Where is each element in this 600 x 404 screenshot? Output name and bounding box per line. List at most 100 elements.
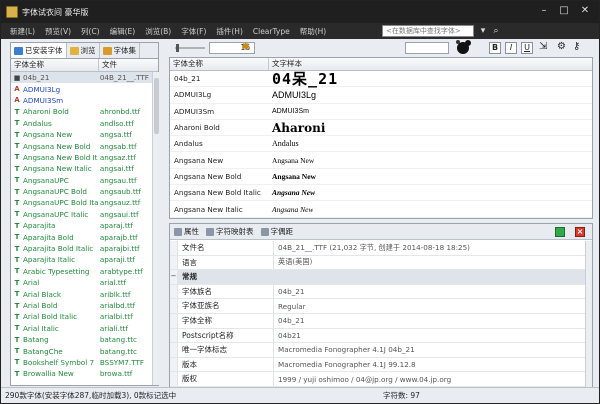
key-icon[interactable]: ⚷ <box>573 41 580 52</box>
column-sample-name[interactable]: 字体全称 <box>170 58 269 70</box>
underline-button[interactable]: U <box>521 42 533 54</box>
sample-row[interactable]: Angsana New Bold Italic Angsana New <box>170 185 592 202</box>
app-icon <box>6 6 18 18</box>
font-list-panel: 已安装字体 浏览 字体集 字体全称 文件 ■ 04b_21 04B_21__.TTF… <box>10 42 159 386</box>
font-list-row[interactable]: T AngsanaUPC angsau.ttf <box>11 175 152 186</box>
font-list-row[interactable]: T Aparajita Bold aparajb.ttf <box>11 231 152 242</box>
property-row[interactable]: 版本 Macromedia Fonographer 4.1J 99.12.8 <box>170 357 592 373</box>
font-list-row[interactable]: T Angsana New Italic angsai.ttf <box>11 163 152 174</box>
font-list-name: AngsanaUPC <box>23 175 69 185</box>
tab-installed-fonts[interactable]: 已安装字体 <box>11 43 67 58</box>
font-list-row[interactable]: T Bookshelf Symbol 7 BSSYM7.TTF <box>11 357 152 368</box>
download-icon[interactable] <box>555 227 565 237</box>
search-go-icon[interactable]: ⌕ <box>490 25 502 37</box>
sample-row[interactable]: 04b_21 04呆_21 <box>170 70 592 88</box>
gear-icon[interactable]: ✸ <box>241 40 250 53</box>
adobe-font-icon: A <box>14 96 20 105</box>
options-icon[interactable]: ⚙ <box>557 41 566 52</box>
font-list: ■ 04b_21 04B_21__.TTF A ADMUI3Lg A ADMUI3Sm T Ah… <box>11 72 152 385</box>
sample-row[interactable]: AngsanaUPCAngsanaUPC <box>170 218 592 219</box>
menu-cleartype[interactable]: ClearType <box>248 27 295 36</box>
column-full-name[interactable]: 字体全称 <box>11 59 99 71</box>
property-row[interactable]: 字体亚族名 Regular <box>170 299 592 314</box>
font-list-row[interactable]: T BatangChe batang.ttc <box>11 345 152 356</box>
font-list-row[interactable]: T Arial Bold arialbd.ttf <box>11 300 152 311</box>
font-list-row[interactable]: T AngsanaUPC Bold angsaub.ttf <box>11 186 152 197</box>
sample-list: 04b_21 04呆_21 ADMUI3Lg ADMUI3Lg ADMUI3Sm ADMU… <box>170 70 592 219</box>
font-list-row[interactable]: T Batang batang.ttc <box>11 334 152 345</box>
maximize-icon[interactable]: □ <box>557 4 571 18</box>
sample-row[interactable]: Angsana New Angsana New <box>170 152 592 169</box>
font-list-row[interactable]: T Aparajita aparaj.ttf <box>11 220 152 231</box>
bold-button[interactable]: B <box>489 42 501 54</box>
font-list-row[interactable]: T Angsana New Bold angsab.ttf <box>11 140 152 151</box>
font-list-row[interactable]: T Browallia New browa.ttf <box>11 368 152 379</box>
font-list-row[interactable]: T Arial arial.ttf <box>11 277 152 288</box>
menu-plugins[interactable]: 插件(H) <box>211 26 248 37</box>
truetype-font-icon: T <box>14 142 20 151</box>
font-list-row[interactable]: T AngsanaUPC Bold Ita... angsauz.ttf <box>11 197 152 208</box>
sample-row[interactable]: ADMUI3Sm ADMUI3Sm <box>170 104 592 120</box>
font-list-row[interactable]: ■ 04b_21 04B_21__.TTF <box>11 72 152 84</box>
search-dropdown-icon[interactable]: ▾ <box>477 25 489 37</box>
font-list-row[interactable]: A ADMUI3Sm <box>11 95 152 106</box>
font-list-row[interactable]: A ADMUI3Lg <box>11 83 152 94</box>
menu-edit[interactable]: 编辑(E) <box>105 26 141 37</box>
collapse-icon[interactable]: − <box>170 270 178 284</box>
property-row[interactable]: 字体族名 04b_21 <box>170 284 592 300</box>
sample-row[interactable]: Aharoni Bold Aharoni <box>170 120 592 137</box>
menu-preview[interactable]: 预览(V) <box>40 26 76 37</box>
font-list-row[interactable]: T AngsanaUPC Italic angsaui.ttf <box>11 209 152 220</box>
font-list-row[interactable]: T Angsana New Bold It... angsaz.ttf <box>11 152 152 163</box>
tab-properties[interactable]: 属性 <box>174 226 199 237</box>
property-row[interactable]: 语言 英语(美国) <box>170 255 592 271</box>
size-slider[interactable] <box>175 43 205 53</box>
tab-kerning[interactable]: 字偶距 <box>260 226 293 237</box>
scroll-thumb[interactable] <box>154 78 159 134</box>
font-list-row[interactable]: T Aparajita Italic aparaji.ttf <box>11 254 152 265</box>
property-key: 版本 <box>178 357 274 372</box>
delete-icon[interactable]: × <box>575 227 585 237</box>
pin-icon[interactable]: ⇲ <box>539 41 547 52</box>
font-list-row[interactable]: T Arabic Typesetting arabtype.ttf <box>11 266 152 277</box>
close-icon[interactable]: ✕ <box>578 4 592 18</box>
font-list-row[interactable]: T Arial Italic ariali.ttf <box>11 323 152 334</box>
font-list-row[interactable]: T Angsana New angsa.ttf <box>11 129 152 140</box>
property-scrollbar[interactable] <box>585 241 592 387</box>
property-row[interactable]: 文件名 04B_21__.TTF (21,032 字节, 创建于 2014-08-… <box>170 241 592 256</box>
menu-columns[interactable]: 列(C) <box>76 26 105 37</box>
sample-toolbar: 16 ✸ B I U ⇲ ⚙ ⚷ <box>169 39 593 57</box>
font-list-row[interactable]: T Arial Black ariblk.ttf <box>11 288 152 299</box>
font-search-input[interactable]: <在数据库中查找字体> <box>382 25 474 37</box>
font-list-row[interactable]: T Aharoni Bold ahronbd.ttf <box>11 106 152 117</box>
menu-font[interactable]: 字体(F) <box>176 26 211 37</box>
tab-character-map[interactable]: 字符映射表 <box>206 226 254 237</box>
font-list-scrollbar[interactable] <box>152 72 159 385</box>
tab-font-sets[interactable]: 字体集 <box>100 43 140 58</box>
color-picker[interactable] <box>405 42 449 54</box>
property-row[interactable]: Postscript名称 04b21 <box>170 328 592 344</box>
property-category[interactable]: − 常规 <box>170 270 592 285</box>
menu-help[interactable]: 帮助(H) <box>295 26 332 37</box>
property-row[interactable]: 版权 1999 / yuji oshimoo / 04@jp.org / www.… <box>170 372 592 387</box>
minimize-icon[interactable]: – <box>537 4 551 18</box>
sample-text: Aharoni <box>272 120 326 135</box>
sample-row[interactable]: Angsana New Italic Angsana New <box>170 201 592 218</box>
sample-row[interactable]: Andalus Andalus <box>170 136 592 153</box>
sample-row[interactable]: Angsana New Bold Angsana New <box>170 169 592 186</box>
column-file[interactable]: 文件 <box>99 59 153 71</box>
font-list-file: angsaub.ttf <box>99 187 142 197</box>
italic-button[interactable]: I <box>505 42 517 54</box>
font-list-row[interactable]: T Aparajita Bold Italic aparajbi.ttf <box>11 243 152 254</box>
menu-new[interactable]: 新建(L) <box>5 26 40 37</box>
font-list-row[interactable]: T Arial Bold Italic arialbi.ttf <box>11 311 152 322</box>
ink-blot-icon[interactable] <box>453 37 473 57</box>
font-list-row[interactable]: T Andalus andlso.ttf <box>11 118 152 129</box>
property-row[interactable]: 唯一字体标志 Macromedia Fonographer 4.1J 04b_21 <box>170 343 592 358</box>
truetype-font-icon: T <box>14 210 20 219</box>
sample-font-name: ADMUI3Lg <box>174 90 212 100</box>
property-row[interactable]: 字体全称 04b_21 <box>170 313 592 329</box>
tab-browse[interactable]: 浏览 <box>67 43 100 58</box>
sample-row[interactable]: ADMUI3Lg ADMUI3Lg <box>170 87 592 104</box>
menu-browse[interactable]: 浏览(B) <box>140 26 176 37</box>
